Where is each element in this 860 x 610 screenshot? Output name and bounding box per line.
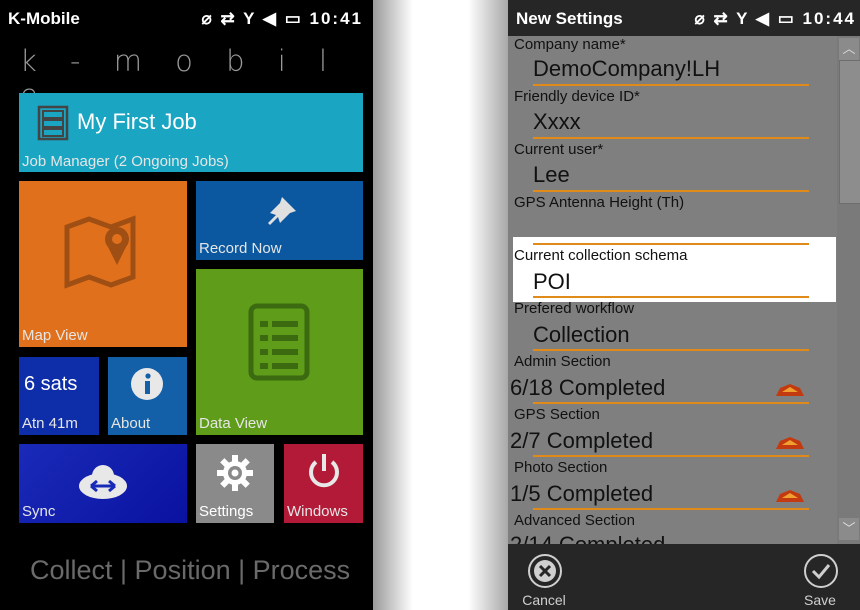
- scroll-down-button[interactable]: ﹀: [839, 518, 859, 540]
- data-arrows-icon: ⇄: [713, 9, 730, 28]
- field-company-name[interactable]: DemoCompany!LH: [533, 56, 720, 82]
- battery-icon: ▭: [284, 9, 303, 28]
- car-icon: [776, 437, 804, 449]
- field-underline: [533, 508, 809, 510]
- section-label-gps: GPS Section: [514, 406, 600, 423]
- tile-job-manager[interactable]: My First Job Job Manager (2 Ongoing Jobs…: [19, 93, 363, 172]
- signal-off-icon: ⌀: [694, 9, 707, 28]
- section-label-advanced: Advanced Section: [514, 512, 635, 529]
- tagline: Collect | Position | Process: [30, 555, 351, 585]
- field-underline: [533, 349, 809, 351]
- field-underline: [533, 84, 809, 86]
- phone-shadow: [468, 0, 508, 610]
- section-label-admin: Admin Section: [514, 353, 611, 370]
- field-workflow[interactable]: Collection: [533, 322, 630, 348]
- field-underline: [533, 137, 809, 139]
- tile-settings[interactable]: Settings: [196, 444, 274, 523]
- section-admin-status[interactable]: 6/18 Completed: [510, 375, 665, 401]
- antenna-icon: Y: [736, 9, 750, 28]
- tile-about[interactable]: About: [108, 357, 187, 435]
- volume-icon: ◀: [755, 9, 771, 28]
- field-underline: [533, 243, 809, 245]
- section-photo-status[interactable]: 1/5 Completed: [510, 481, 653, 507]
- tile-sync[interactable]: Sync: [19, 444, 187, 523]
- map-label: Map View: [22, 327, 88, 344]
- cancel-button[interactable]: Cancel: [514, 548, 574, 610]
- car-icon: [776, 490, 804, 502]
- status-bar: New Settings ⌀ ⇄ Y ◀ ▭ 10:44: [508, 0, 860, 36]
- data-arrows-icon: ⇄: [220, 9, 237, 28]
- tile-map-view[interactable]: Map View: [19, 181, 187, 347]
- sats-value: 6 sats: [24, 373, 78, 395]
- map-pin-icon: [64, 215, 136, 289]
- scrollbar-thumb[interactable]: [839, 60, 860, 204]
- about-label: About: [111, 415, 151, 432]
- field-label-company: Company name*: [514, 36, 626, 53]
- field-underline: [533, 455, 809, 457]
- status-icons: ⌀ ⇄ Y ◀ ▭ 10:44: [694, 9, 856, 29]
- check-icon: [804, 554, 838, 588]
- save-button[interactable]: Save: [790, 548, 850, 610]
- settings-screen: New Settings ⌀ ⇄ Y ◀ ▭ 10:44 Company nam…: [508, 0, 860, 610]
- job-subtitle: Job Manager (2 Ongoing Jobs): [22, 153, 229, 170]
- record-label: Record Now: [199, 240, 282, 257]
- tile-record-now[interactable]: Record Now: [196, 181, 363, 260]
- gear-icon: [217, 455, 253, 491]
- field-collection-schema[interactable]: POI: [533, 269, 571, 295]
- tile-satellites[interactable]: 6 sats Atn 41m: [19, 357, 99, 435]
- signal-off-icon: ⌀: [201, 9, 214, 28]
- status-icons: ⌀ ⇄ Y ◀ ▭ 10:41: [201, 9, 363, 29]
- list-icon: [248, 303, 310, 381]
- info-icon: [131, 368, 163, 400]
- field-label-antenna: GPS Antenna Height (Th): [514, 194, 685, 211]
- tile-data-view[interactable]: Data View: [196, 269, 363, 435]
- power-icon: [309, 454, 339, 488]
- antenna-label: Atn 41m: [22, 415, 78, 432]
- section-label-photo: Photo Section: [514, 459, 608, 476]
- field-underline: [533, 296, 809, 298]
- settings-label: Settings: [199, 503, 254, 520]
- pushpin-icon: [268, 197, 296, 225]
- clock: 10:44: [802, 9, 856, 28]
- field-label-device: Friendly device ID*: [514, 88, 640, 105]
- status-bar: K-Mobile ⌀ ⇄ Y ◀ ▭ 10:41: [0, 0, 373, 36]
- field-underline: [533, 190, 809, 192]
- antenna-icon: Y: [243, 9, 257, 28]
- section-advanced-status[interactable]: 2/14 Completed: [510, 532, 665, 544]
- tile-windows[interactable]: Windows: [284, 444, 363, 523]
- sync-label: Sync: [22, 503, 56, 520]
- settings-form: Company name* DemoCompany!LH Friendly de…: [508, 36, 836, 544]
- field-underline: [533, 402, 809, 404]
- data-label: Data View: [199, 415, 268, 432]
- battery-icon: ▭: [777, 9, 796, 28]
- cancel-label: Cancel: [522, 592, 566, 608]
- scroll-up-button[interactable]: ︿: [839, 38, 859, 60]
- field-current-user[interactable]: Lee: [533, 162, 570, 188]
- cloud-sync-icon: [79, 465, 127, 499]
- job-title: My First Job: [77, 109, 197, 134]
- save-label: Save: [804, 592, 836, 608]
- app-bar: Cancel Save: [508, 544, 860, 610]
- home-screen: K-Mobile ⌀ ⇄ Y ◀ ▭ 10:41 k - m o b i l e…: [0, 0, 373, 610]
- field-device-id[interactable]: Xxxx: [533, 109, 581, 135]
- field-label-workflow: Prefered workflow: [514, 300, 635, 317]
- section-gps-status[interactable]: 2/7 Completed: [510, 428, 653, 454]
- app-title: K-Mobile: [8, 9, 80, 28]
- cancel-icon: [528, 554, 562, 588]
- volume-icon: ◀: [262, 9, 278, 28]
- phone-shadow: [373, 0, 413, 610]
- screen-title: New Settings: [516, 9, 623, 28]
- field-label-user: Current user*: [514, 141, 604, 158]
- field-label-schema: Current collection schema: [514, 247, 688, 264]
- car-icon: [776, 384, 804, 396]
- cabinet-icon: [37, 105, 69, 141]
- windows-label: Windows: [287, 503, 348, 520]
- clock: 10:41: [309, 9, 363, 28]
